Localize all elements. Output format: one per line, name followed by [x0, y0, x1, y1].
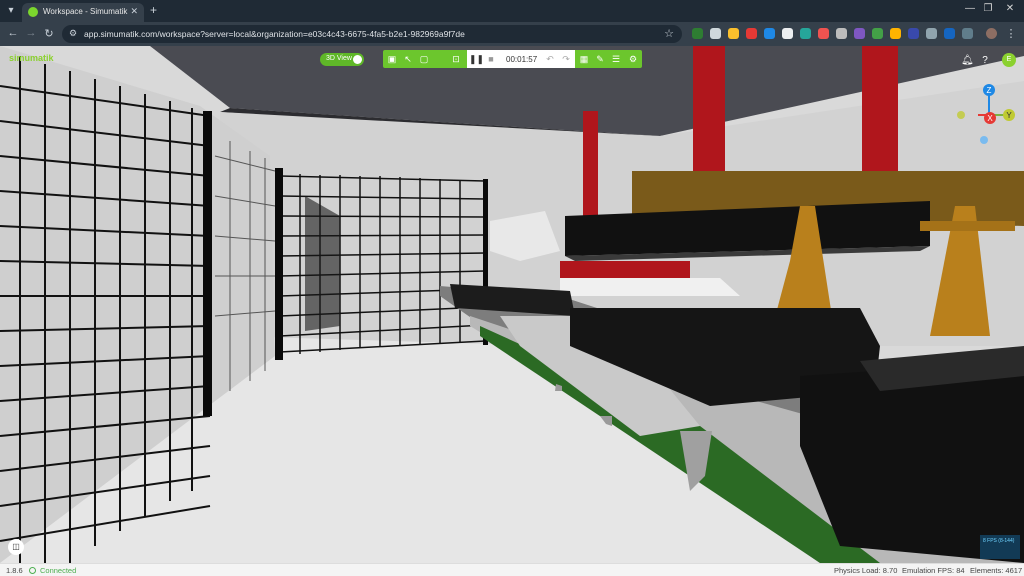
- stop-icon[interactable]: ■: [484, 52, 498, 66]
- profile-avatar-icon[interactable]: [986, 28, 997, 39]
- pen-icon[interactable]: ✎: [593, 52, 607, 66]
- browser-menu-icon[interactable]: ⋮: [1004, 27, 1018, 40]
- extension-icon[interactable]: [710, 28, 721, 39]
- simulation-toolbar: ▣ ↖ ▢ ⊡ ❚❚ ■ 00:01:57 ↶ ↷ ▦ ✎ ☰ ⚙: [383, 50, 642, 68]
- extension-icon[interactable]: [746, 28, 757, 39]
- extension-icon[interactable]: [854, 28, 865, 39]
- x-axis-label: X: [987, 114, 993, 123]
- simumatik-logo: simumatik: [9, 53, 54, 63]
- forward-arrow-icon[interactable]: →: [24, 27, 38, 39]
- undo-icon[interactable]: ↶: [543, 52, 557, 66]
- pause-icon[interactable]: ❚❚: [469, 52, 484, 66]
- list-icon[interactable]: ☰: [609, 52, 623, 66]
- panel-icon[interactable]: ▣: [385, 52, 399, 66]
- elements-count: Elements: 4617: [970, 566, 1023, 575]
- extension-icon[interactable]: [692, 28, 703, 39]
- extension-icon[interactable]: [836, 28, 847, 39]
- redo-icon[interactable]: ↷: [559, 52, 573, 66]
- 3d-view-toggle[interactable]: 3D View: [320, 53, 364, 66]
- emulation-fps: Emulation FPS: 84: [902, 566, 965, 575]
- connection-status: Connected: [40, 566, 77, 575]
- status-bar: 1.8.6 Connected Physics Load: 8.70 Emula…: [0, 563, 1024, 576]
- settings-icon[interactable]: ⚙: [626, 52, 640, 66]
- connected-status-icon: [29, 567, 36, 574]
- y-axis-label: Y: [1006, 111, 1012, 120]
- simumatik-favicon-icon: [28, 7, 38, 17]
- tab-close-icon[interactable]: ✕: [130, 6, 138, 17]
- extension-icon[interactable]: [800, 28, 811, 39]
- extension-icon[interactable]: [890, 28, 901, 39]
- new-tab-plus-icon[interactable]: +: [150, 3, 157, 17]
- extension-icon[interactable]: [926, 28, 937, 39]
- extension-icon[interactable]: [818, 28, 829, 39]
- version-label: 1.8.6: [6, 566, 23, 575]
- z-axis-label: Z: [987, 86, 992, 95]
- extension-icon[interactable]: [908, 28, 919, 39]
- notification-icon[interactable]: 🔔︎: [961, 55, 974, 66]
- browser-address-bar: ← → ↻ ⚙ app.simumatik.com/workspace?serv…: [0, 22, 1024, 46]
- user-avatar[interactable]: E: [1002, 53, 1016, 67]
- 3d-scene[interactable]: [0, 46, 1024, 563]
- maximize-icon[interactable]: ❐: [980, 3, 996, 14]
- puzzle-extensions-icon[interactable]: [962, 28, 973, 39]
- extension-icon[interactable]: [872, 28, 883, 39]
- browser-tab-bar: ▾ Workspace - Simumatik ✕ + — ❐ ✕: [0, 0, 1024, 22]
- tab-title: Workspace - Simumatik: [43, 7, 128, 16]
- omnibox[interactable]: ⚙ app.simumatik.com/workspace?server=loc…: [62, 25, 682, 43]
- site-info-icon[interactable]: ⚙: [69, 28, 77, 39]
- help-icon[interactable]: ?: [979, 55, 991, 66]
- tab-search-chevron-down-icon[interactable]: ▾: [4, 4, 18, 18]
- minimize-icon[interactable]: —: [962, 3, 978, 14]
- orientation-gizmo[interactable]: Z Y X: [952, 82, 1018, 148]
- extension-icon[interactable]: [944, 28, 955, 39]
- url-text[interactable]: app.simumatik.com/workspace?server=local…: [84, 29, 465, 39]
- snap-icon[interactable]: ⊡: [449, 52, 463, 66]
- bookmark-star-icon[interactable]: ☆: [664, 27, 674, 40]
- physics-load: Physics Load: 8.70: [834, 566, 898, 575]
- fps-text: 8 FPS (8-144): [983, 538, 1015, 544]
- cursor-icon[interactable]: ↖: [401, 52, 415, 66]
- fence-post: [203, 111, 212, 416]
- simulation-timer: 00:01:57: [506, 55, 538, 64]
- toggle-knob: [353, 55, 362, 64]
- camera-icon[interactable]: ◫: [8, 539, 24, 555]
- 3d-view-label: 3D View: [326, 55, 352, 62]
- grid-icon[interactable]: ▦: [577, 52, 591, 66]
- extension-icon[interactable]: [782, 28, 793, 39]
- simulation-viewport[interactable]: simumatik 3D View ▣ ↖ ▢ ⊡ ❚❚ ■ 00:01:57 …: [0, 46, 1024, 563]
- back-arrow-icon[interactable]: ←: [6, 27, 20, 39]
- extension-icon[interactable]: [764, 28, 775, 39]
- extension-icon[interactable]: [728, 28, 739, 39]
- frame-icon[interactable]: ▢: [417, 52, 431, 66]
- browser-tab[interactable]: Workspace - Simumatik ✕: [22, 3, 144, 22]
- fps-overlay: 8 FPS (8-144): [980, 535, 1020, 559]
- window-close-icon[interactable]: ✕: [1002, 3, 1018, 14]
- reload-icon[interactable]: ↻: [42, 27, 56, 40]
